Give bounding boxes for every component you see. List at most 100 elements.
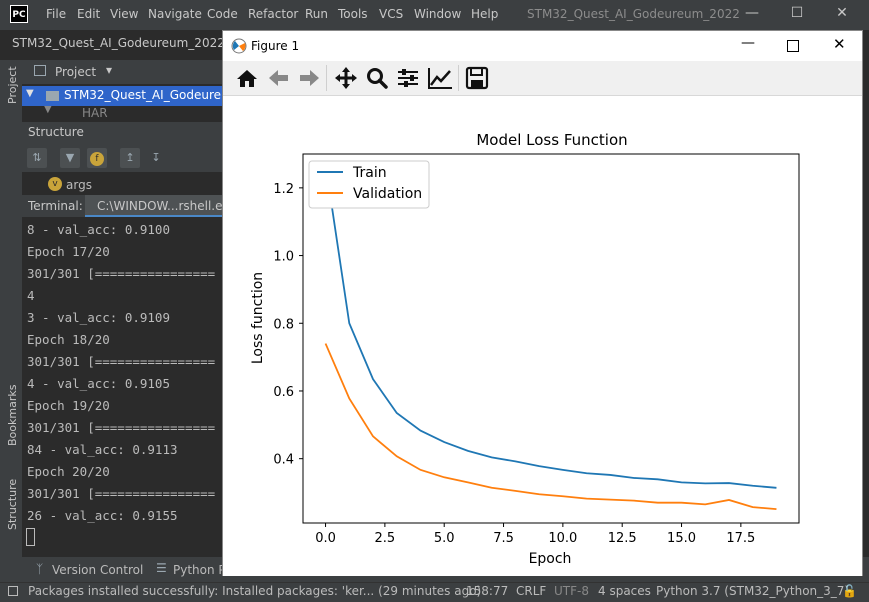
forward-arrow-icon[interactable]	[295, 65, 323, 91]
side-tab-bookmarks[interactable]: Bookmarks	[6, 385, 19, 446]
status-square-icon[interactable]	[8, 586, 18, 596]
terminal-tab[interactable]: C:\WINDOW...rshell.ex	[85, 195, 229, 217]
status-message[interactable]: Packages installed successfully: Install…	[28, 584, 481, 598]
save-icon[interactable]	[463, 65, 491, 91]
terminal-line: 26 - val_acc: 0.9155	[27, 508, 178, 523]
side-tab-project[interactable]: Project	[6, 66, 19, 104]
pycharm-logo: PC	[10, 5, 28, 23]
legend-label-train: Train	[352, 165, 387, 181]
menu-vcs[interactable]: VCS	[379, 7, 403, 21]
terminal-line: Epoch 20/20	[27, 464, 110, 479]
project-tab[interactable]: Project	[55, 65, 96, 79]
toolbar-separator	[326, 65, 327, 91]
structure-item[interactable]: v args	[22, 172, 222, 192]
x-tick-label: 17.5	[726, 531, 755, 546]
menu-refactor[interactable]: Refactor	[248, 7, 298, 21]
x-tick-label: 10.0	[548, 531, 577, 546]
tree-row-child[interactable]: ▼ HAR	[22, 106, 222, 120]
terminal-line: 301/301 [================	[27, 486, 216, 501]
terminal-line: 84 - val_acc: 0.9113	[27, 442, 178, 457]
figure-minimize-icon[interactable]: —	[741, 35, 755, 51]
fields-icon[interactable]: f	[87, 148, 107, 168]
zoom-icon[interactable]	[363, 65, 391, 91]
pan-icon[interactable]	[332, 65, 360, 91]
indent-setting[interactable]: 4 spaces	[598, 584, 651, 598]
y-tick-label: 1.2	[273, 182, 294, 197]
expand-arrow-icon[interactable]: ▼	[26, 88, 34, 99]
figure-titlebar: Figure 1 — ✕	[229, 31, 864, 61]
collapse-arrow-icon[interactable]: ▼	[44, 106, 52, 115]
terminal-line: 301/301 [================	[27, 266, 216, 281]
project-header: Project ▾	[22, 60, 222, 84]
matplotlib-logo-icon	[231, 38, 247, 54]
terminal-line: Epoch 18/20	[27, 332, 110, 347]
folder-icon	[46, 91, 59, 101]
x-tick-label: 5.0	[434, 531, 455, 546]
structure-item-label: args	[66, 178, 92, 192]
version-control-tab[interactable]: Version Control	[52, 563, 143, 577]
terminal-tab-label: C:\WINDOW...rshell.ex	[97, 199, 230, 213]
menu-run[interactable]: Run	[305, 7, 328, 21]
menu-view[interactable]: View	[110, 7, 138, 21]
home-icon[interactable]	[233, 65, 261, 91]
x-tick-label: 2.5	[375, 531, 396, 546]
figure-title: Figure 1	[251, 39, 300, 53]
file-encoding[interactable]: UTF-8	[554, 584, 589, 598]
chevron-down-icon[interactable]: ▾	[106, 63, 112, 77]
configure-subplots-icon[interactable]	[394, 65, 422, 91]
variable-icon: v	[48, 177, 62, 191]
branch-icon: ᛉ	[36, 562, 44, 576]
x-tick-label: 15.0	[667, 531, 696, 546]
x-tick-label: 12.5	[608, 531, 637, 546]
tree-root-label: STM32_Quest_AI_Godeureu	[64, 88, 229, 102]
back-arrow-icon[interactable]	[265, 65, 293, 91]
y-tick-label: 0.6	[273, 385, 294, 400]
terminal-line: 3 - val_acc: 0.9109	[27, 310, 170, 325]
tree-row-root[interactable]: ▼ STM32_Quest_AI_Godeureu	[22, 86, 229, 106]
terminal-line: 4	[27, 288, 35, 303]
lock-icon[interactable]: 🔓	[842, 584, 857, 598]
chart-title: Model Loss Function	[476, 131, 627, 149]
y-axis-label: Loss function	[250, 272, 266, 364]
caret-position[interactable]: 158:77	[466, 584, 508, 598]
collapse-all-icon[interactable]: ↧	[146, 148, 166, 168]
series-line-train	[324, 164, 777, 489]
python-interpreter[interactable]: Python 3.7 (STM32_Python_3_7)	[656, 584, 849, 598]
legend-label-validation: Validation	[353, 186, 422, 202]
terminal-label: Terminal:	[28, 199, 83, 213]
menu-file[interactable]: File	[46, 7, 66, 21]
side-tab-structure[interactable]: Structure	[6, 479, 19, 530]
sort-icon[interactable]: ⇅	[27, 148, 47, 168]
ide-minimize-icon[interactable]: —	[742, 5, 762, 23]
menu-window[interactable]: Window	[414, 7, 461, 21]
loss-chart[interactable]: Model Loss Function 0.0 2.5 5.0 7.5 10.0 12.5…	[223, 96, 862, 576]
plot-area[interactable]: Model Loss Function 0.0 2.5 5.0 7.5 10.0 12.5…	[223, 96, 862, 576]
ide-maximize-icon[interactable]: ☐	[787, 5, 807, 23]
project-name: STM32_Quest_AI_Godeureum_2022	[12, 36, 225, 50]
menu-help[interactable]: Help	[471, 7, 498, 21]
menu-code[interactable]: Code	[207, 7, 238, 21]
toolbar-separator	[458, 65, 459, 91]
terminal-output[interactable]: 8 - val_acc: 0.9100 Epoch 17/20 301/301 …	[22, 217, 222, 557]
ide-close-icon[interactable]: ✕	[832, 5, 852, 23]
x-tick-label: 0.0	[315, 531, 336, 546]
project-view-icon	[34, 65, 46, 76]
x-axis-label: Epoch	[529, 551, 572, 567]
figure-maximize-icon[interactable]	[787, 40, 799, 52]
line-separator[interactable]: CRLF	[516, 584, 546, 598]
terminal-line: 8 - val_acc: 0.9100	[27, 222, 170, 237]
terminal-line: Epoch 17/20	[27, 244, 110, 259]
x-tick-label: 7.5	[493, 531, 514, 546]
edit-axis-icon[interactable]	[426, 65, 454, 91]
layers-icon: ☰	[156, 561, 167, 575]
y-tick-label: 0.8	[273, 317, 294, 332]
figure-close-icon[interactable]: ✕	[833, 35, 846, 53]
menu-navigate[interactable]: Navigate	[148, 7, 202, 21]
terminal-line: Epoch 19/20	[27, 398, 110, 413]
menu-edit[interactable]: Edit	[77, 7, 100, 21]
filter-icon[interactable]: ▼	[60, 148, 80, 168]
menu-tools[interactable]: Tools	[338, 7, 368, 21]
expand-all-icon[interactable]: ↥	[120, 148, 140, 168]
legend: Train Validation	[308, 160, 430, 209]
terminal-line: 301/301 [================	[27, 420, 216, 435]
